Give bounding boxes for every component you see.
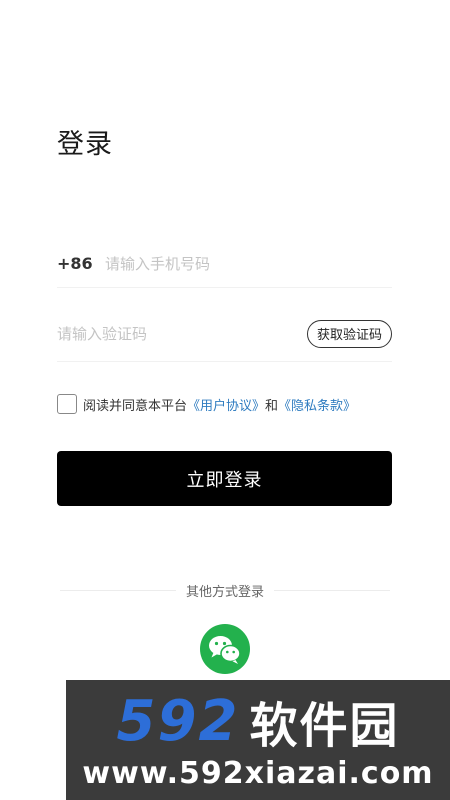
agreement-prefix: 阅读并同意本平台 — [83, 398, 188, 414]
other-login-label: 其他方式登录 — [186, 584, 265, 600]
agreement-checkbox[interactable] — [57, 394, 77, 414]
country-code[interactable]: +86 — [57, 254, 105, 273]
code-row: 获取验证码 — [57, 306, 392, 362]
divider-line-right — [274, 589, 391, 591]
other-login-divider: 其他方式登录 — [60, 580, 391, 600]
login-button[interactable]: 立即登录 — [57, 451, 392, 506]
watermark-banner: 592 软件园 www.592xiazai.com — [66, 680, 450, 800]
wechat-icon — [209, 636, 241, 664]
watermark-name: 软件园 — [249, 698, 400, 754]
verification-code-input[interactable] — [57, 324, 257, 343]
get-code-button[interactable]: 获取验证码 — [306, 319, 392, 348]
watermark-url: www.592xiazai.com — [82, 756, 434, 791]
watermark-logo: 592 软件园 — [66, 686, 450, 756]
wechat-login-button[interactable] — [200, 624, 250, 674]
privacy-policy-link[interactable]: 《隐私条款》 — [278, 395, 356, 414]
agreement-row: 阅读并同意本平台 《用户协议》 和 《隐私条款》 — [57, 394, 356, 414]
page-title: 登录 — [57, 129, 113, 160]
phone-input[interactable] — [105, 254, 345, 273]
watermark-number: 592 — [116, 688, 240, 754]
login-page: 登录 +86 获取验证码 阅读并同意本平台 《用户协议》 和 《隐私条款》 立即… — [0, 0, 450, 800]
divider-line-left — [60, 589, 176, 591]
agreement-and: 和 — [265, 398, 279, 414]
phone-row: +86 — [57, 240, 392, 288]
user-agreement-link[interactable]: 《用户协议》 — [187, 395, 265, 414]
